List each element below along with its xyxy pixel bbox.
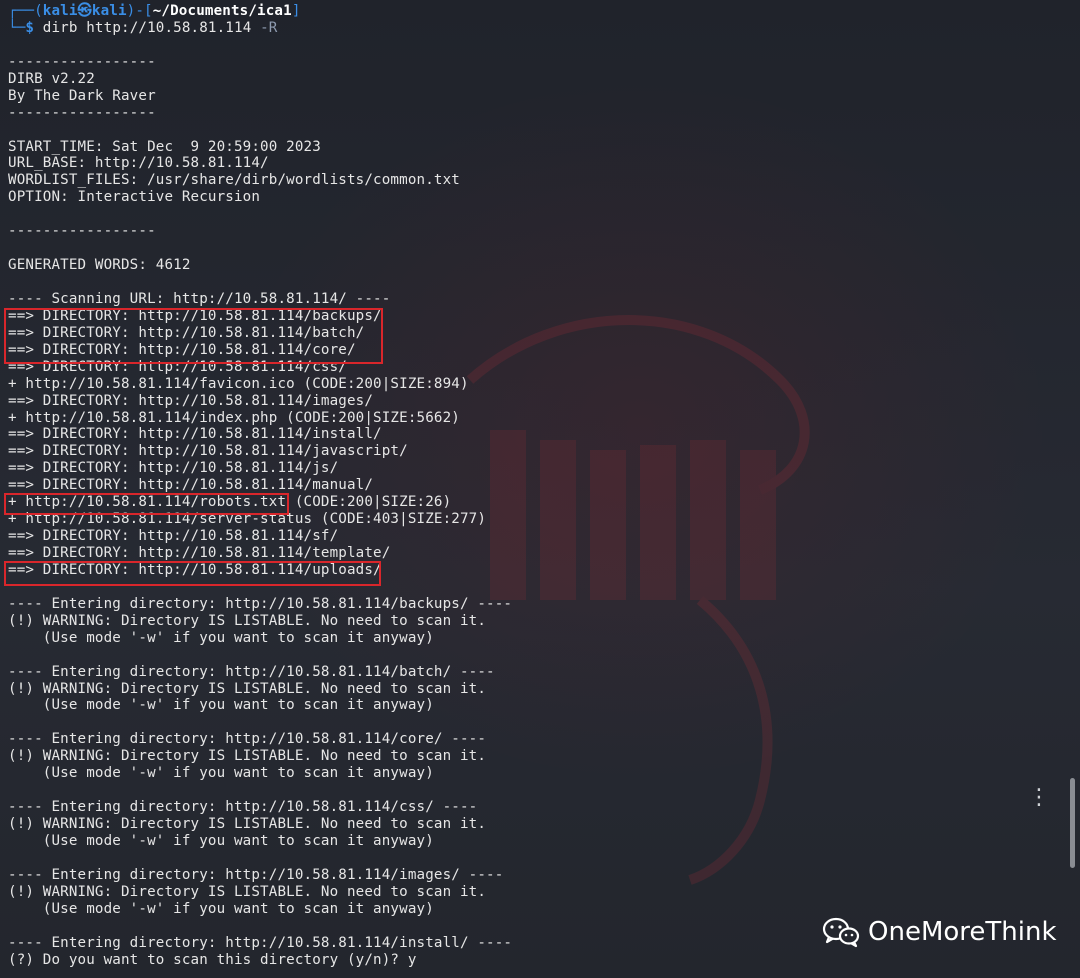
terminal-line: WORDLIST_FILES: /usr/share/dirb/wordlist… bbox=[8, 172, 460, 189]
terminal-line: ==> DIRECTORY: http://10.58.81.114/css/ bbox=[8, 358, 347, 375]
prompt-frame-end: ] bbox=[291, 3, 301, 19]
terminal-line: ---- Entering directory: http://10.58.81… bbox=[8, 799, 478, 816]
terminal-line: ==> DIRECTORY: http://10.58.81.114/sf/ bbox=[8, 528, 339, 545]
terminal-line: OPTION: Interactive Recursion bbox=[8, 189, 261, 206]
terminal-line: ==> DIRECTORY: http://10.58.81.114/js/ bbox=[8, 460, 339, 477]
terminal-line: + http://10.58.81.114/favicon.ico (CODE:… bbox=[8, 375, 469, 392]
background-logo-letters bbox=[490, 430, 776, 600]
watermark: OneMoreThink bbox=[822, 912, 1057, 952]
terminal-line: (!) WARNING: Directory IS LISTABLE. No n… bbox=[8, 612, 487, 629]
terminal-line: (!) WARNING: Directory IS LISTABLE. No n… bbox=[8, 816, 487, 832]
prompt-frame-mid: )-[ bbox=[126, 3, 153, 19]
prompt-frame-second: └─ bbox=[8, 19, 26, 36]
scrollbar-thumb[interactable] bbox=[1070, 778, 1075, 868]
terminal-line: ==> DIRECTORY: http://10.58.81.114/manua… bbox=[8, 477, 374, 494]
terminal-line: ==> DIRECTORY: http://10.58.81.114/backu… bbox=[8, 307, 382, 324]
wechat-icon bbox=[822, 917, 860, 948]
prompt-frame-start: ┌──( bbox=[8, 3, 43, 19]
terminal-line: (Use mode '-w' if you want to scan it an… bbox=[8, 629, 434, 646]
terminal-line: ==> DIRECTORY: http://10.58.81.114/core/ bbox=[8, 341, 356, 358]
more-options-icon[interactable]: ⋮ bbox=[1028, 787, 1050, 823]
terminal-line: ----------------- bbox=[8, 223, 156, 240]
terminal-line: (!) WARNING: Directory IS LISTABLE. No n… bbox=[8, 680, 487, 697]
command-text: dirb http://10.58.81.114 bbox=[42, 19, 261, 36]
terminal-line: ==> DIRECTORY: http://10.58.81.114/javas… bbox=[8, 443, 408, 460]
terminal-line: DIRB v2.22 bbox=[8, 70, 95, 87]
terminal-line: (?) Do you want to scan this directory (… bbox=[8, 951, 417, 968]
prompt-dollar: $ bbox=[25, 19, 43, 36]
terminal-line: START_TIME: Sat Dec 9 20:59:00 2023 bbox=[8, 138, 321, 155]
terminal-line: ---- Entering directory: http://10.58.81… bbox=[8, 595, 513, 612]
terminal-line: ==> DIRECTORY: http://10.58.81.114/batch… bbox=[8, 324, 365, 341]
terminal-line: ---- Entering directory: http://10.58.81… bbox=[8, 731, 487, 748]
prompt-user: kali㉿kali bbox=[42, 3, 127, 19]
terminal-line: ==> DIRECTORY: http://10.58.81.114/templ… bbox=[8, 545, 391, 561]
terminal-window[interactable]: ┌──(kali㉿kali)-[~/Documents/ica1] └─$ di… bbox=[0, 0, 1080, 978]
terminal-line: (Use mode '-w' if you want to scan it an… bbox=[8, 832, 434, 849]
prompt-line-1: ┌──(kali㉿kali)-[~/Documents/ica1] bbox=[8, 3, 512, 20]
terminal-output: ┌──(kali㉿kali)-[~/Documents/ica1] └─$ di… bbox=[8, 3, 512, 968]
terminal-line: ==> DIRECTORY: http://10.58.81.114/image… bbox=[8, 392, 374, 409]
terminal-line: ---- Scanning URL: http://10.58.81.114/ … bbox=[8, 290, 391, 307]
terminal-line: ----------------- bbox=[8, 53, 156, 70]
terminal-line: (Use mode '-w' if you want to scan it an… bbox=[8, 697, 434, 714]
terminal-line: ==> DIRECTORY: http://10.58.81.114/insta… bbox=[8, 426, 382, 443]
terminal-line: ---- Entering directory: http://10.58.81… bbox=[8, 934, 513, 951]
terminal-line: ---- Entering directory: http://10.58.81… bbox=[8, 663, 495, 680]
terminal-line: By The Dark Raver bbox=[8, 87, 156, 104]
terminal-line: (Use mode '-w' if you want to scan it an… bbox=[8, 765, 434, 782]
terminal-line: ==> DIRECTORY: http://10.58.81.114/uploa… bbox=[8, 561, 382, 578]
terminal-line: GENERATED WORDS: 4612 bbox=[8, 257, 191, 274]
terminal-line: (Use mode '-w' if you want to scan it an… bbox=[8, 900, 434, 917]
terminal-line: ---- Entering directory: http://10.58.81… bbox=[8, 866, 504, 883]
terminal-line: + http://10.58.81.114/robots.txt (CODE:2… bbox=[8, 494, 452, 511]
prompt-path: ~/Documents/ica1 bbox=[152, 3, 292, 19]
terminal-line: + http://10.58.81.114/index.php (CODE:20… bbox=[8, 409, 460, 426]
terminal-line: ----------------- bbox=[8, 104, 156, 121]
terminal-line: (!) WARNING: Directory IS LISTABLE. No n… bbox=[8, 748, 487, 765]
watermark-text: OneMoreThink bbox=[868, 917, 1057, 947]
terminal-line: URL_BASE: http://10.58.81.114/ bbox=[8, 155, 269, 172]
command-flag: -R bbox=[260, 19, 278, 36]
prompt-line-2: └─$ dirb http://10.58.81.114 -R bbox=[8, 20, 512, 37]
terminal-line: + http://10.58.81.114/server-status (COD… bbox=[8, 511, 487, 528]
terminal-line: (!) WARNING: Directory IS LISTABLE. No n… bbox=[8, 883, 487, 900]
